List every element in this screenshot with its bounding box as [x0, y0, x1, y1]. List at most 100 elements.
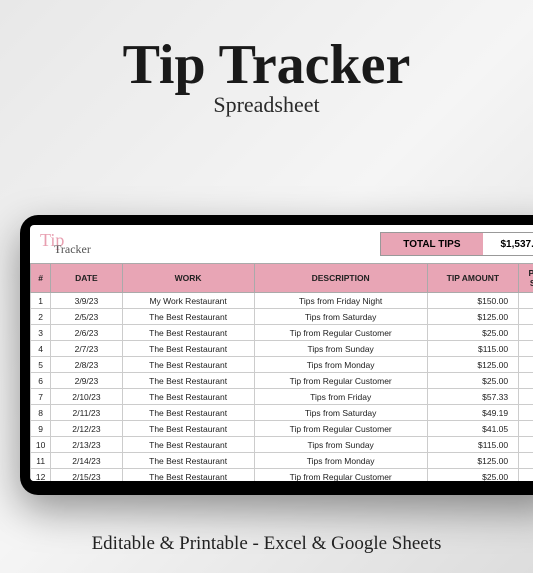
- cell-description[interactable]: Tip from Regular Customer: [254, 325, 427, 341]
- cell-number[interactable]: 11: [31, 453, 51, 469]
- total-tips-label: TOTAL TIPS: [381, 233, 482, 255]
- table-row[interactable]: 102/13/23The Best RestaurantTips from Su…: [31, 437, 533, 453]
- cell-work[interactable]: The Best Restaurant: [122, 325, 254, 341]
- cell-work[interactable]: The Best Restaurant: [122, 469, 254, 482]
- col-percent: Percent Save fr: [519, 264, 533, 293]
- cell-work[interactable]: My Work Restaurant: [122, 293, 254, 309]
- cell-date[interactable]: 2/5/23: [51, 309, 122, 325]
- col-description: DESCRIPTION: [254, 264, 427, 293]
- cell-percent[interactable]: 20: [519, 453, 533, 469]
- cell-work[interactable]: The Best Restaurant: [122, 341, 254, 357]
- cell-work[interactable]: The Best Restaurant: [122, 437, 254, 453]
- cell-percent[interactable]: 20: [519, 373, 533, 389]
- cell-tip-amount[interactable]: $115.00: [427, 437, 519, 453]
- cell-tip-amount[interactable]: $25.00: [427, 469, 519, 482]
- cell-percent[interactable]: 20: [519, 405, 533, 421]
- cell-number[interactable]: 5: [31, 357, 51, 373]
- cell-date[interactable]: 2/10/23: [51, 389, 122, 405]
- cell-tip-amount[interactable]: $150.00: [427, 293, 519, 309]
- cell-percent[interactable]: 20: [519, 325, 533, 341]
- cell-number[interactable]: 7: [31, 389, 51, 405]
- cell-description[interactable]: Tips from Friday: [254, 389, 427, 405]
- cell-number[interactable]: 9: [31, 421, 51, 437]
- table-row[interactable]: 13/9/23My Work RestaurantTips from Frida…: [31, 293, 533, 309]
- table-row[interactable]: 112/14/23The Best RestaurantTips from Mo…: [31, 453, 533, 469]
- cell-date[interactable]: 2/8/23: [51, 357, 122, 373]
- cell-tip-amount[interactable]: $49.19: [427, 405, 519, 421]
- table-row[interactable]: 42/7/23The Best RestaurantTips from Sund…: [31, 341, 533, 357]
- cell-percent[interactable]: 20: [519, 293, 533, 309]
- col-date: DATE: [51, 264, 122, 293]
- col-work: WORK: [122, 264, 254, 293]
- cell-number[interactable]: 1: [31, 293, 51, 309]
- cell-tip-amount[interactable]: $125.00: [427, 453, 519, 469]
- cell-description[interactable]: Tips from Saturday: [254, 309, 427, 325]
- cell-date[interactable]: 2/14/23: [51, 453, 122, 469]
- cell-tip-amount[interactable]: $115.00: [427, 341, 519, 357]
- cell-date[interactable]: 2/9/23: [51, 373, 122, 389]
- cell-percent[interactable]: 20: [519, 341, 533, 357]
- cell-number[interactable]: 8: [31, 405, 51, 421]
- cell-number[interactable]: 10: [31, 437, 51, 453]
- cell-description[interactable]: Tip from Regular Customer: [254, 469, 427, 482]
- table-row[interactable]: 52/8/23The Best RestaurantTips from Mond…: [31, 357, 533, 373]
- cell-tip-amount[interactable]: $57.33: [427, 389, 519, 405]
- cell-percent[interactable]: 20: [519, 437, 533, 453]
- cell-description[interactable]: Tip from Regular Customer: [254, 373, 427, 389]
- cell-percent[interactable]: 20: [519, 389, 533, 405]
- cell-date[interactable]: 2/15/23: [51, 469, 122, 482]
- cell-work[interactable]: The Best Restaurant: [122, 309, 254, 325]
- table-row[interactable]: 62/9/23The Best RestaurantTip from Regul…: [31, 373, 533, 389]
- cell-tip-amount[interactable]: $125.00: [427, 309, 519, 325]
- cell-percent[interactable]: 20: [519, 309, 533, 325]
- hero-subtitle: Spreadsheet: [0, 92, 533, 118]
- hero-title: Tip Tracker: [0, 40, 533, 90]
- table-row[interactable]: 72/10/23The Best RestaurantTips from Fri…: [31, 389, 533, 405]
- cell-description[interactable]: Tip from Regular Customer: [254, 421, 427, 437]
- table-row[interactable]: 122/15/23The Best RestaurantTip from Reg…: [31, 469, 533, 482]
- cell-number[interactable]: 4: [31, 341, 51, 357]
- logo-line2: Tracker: [54, 245, 150, 255]
- cell-description[interactable]: Tips from Sunday: [254, 341, 427, 357]
- sheet-logo: Tip Tracker: [30, 233, 150, 255]
- cell-number[interactable]: 6: [31, 373, 51, 389]
- cell-number[interactable]: 2: [31, 309, 51, 325]
- cell-description[interactable]: Tips from Monday: [254, 357, 427, 373]
- cell-tip-amount[interactable]: $41.05: [427, 421, 519, 437]
- cell-percent[interactable]: 20: [519, 421, 533, 437]
- table-row[interactable]: 22/5/23The Best RestaurantTips from Satu…: [31, 309, 533, 325]
- total-tips-value: $1,537.71: [483, 233, 533, 255]
- cell-tip-amount[interactable]: $25.00: [427, 325, 519, 341]
- cell-description[interactable]: Tips from Friday Night: [254, 293, 427, 309]
- cell-date[interactable]: 2/6/23: [51, 325, 122, 341]
- col-number: #: [31, 264, 51, 293]
- cell-date[interactable]: 2/12/23: [51, 421, 122, 437]
- cell-number[interactable]: 12: [31, 469, 51, 482]
- table-row[interactable]: 32/6/23The Best RestaurantTip from Regul…: [31, 325, 533, 341]
- cell-date[interactable]: 2/11/23: [51, 405, 122, 421]
- cell-tip-amount[interactable]: $125.00: [427, 357, 519, 373]
- cell-percent[interactable]: 20: [519, 469, 533, 482]
- cell-number[interactable]: 3: [31, 325, 51, 341]
- cell-work[interactable]: The Best Restaurant: [122, 389, 254, 405]
- cell-work[interactable]: The Best Restaurant: [122, 421, 254, 437]
- tablet-frame: Tip Tracker TOTAL TIPS $1,537.71 # DATE …: [20, 215, 533, 495]
- cell-percent[interactable]: 20: [519, 357, 533, 373]
- cell-work[interactable]: The Best Restaurant: [122, 453, 254, 469]
- cell-description[interactable]: Tips from Sunday: [254, 437, 427, 453]
- cell-tip-amount[interactable]: $25.00: [427, 373, 519, 389]
- total-tips-box: TOTAL TIPS $1,537.71: [380, 232, 533, 256]
- cell-work[interactable]: The Best Restaurant: [122, 373, 254, 389]
- footer-tagline: Editable & Printable - Excel & Google Sh…: [0, 533, 533, 555]
- cell-date[interactable]: 2/13/23: [51, 437, 122, 453]
- cell-work[interactable]: The Best Restaurant: [122, 405, 254, 421]
- cell-description[interactable]: Tips from Monday: [254, 453, 427, 469]
- table-row[interactable]: 82/11/23The Best RestaurantTips from Sat…: [31, 405, 533, 421]
- spreadsheet: Tip Tracker TOTAL TIPS $1,537.71 # DATE …: [30, 225, 533, 481]
- cell-date[interactable]: 2/7/23: [51, 341, 122, 357]
- table-row[interactable]: 92/12/23The Best RestaurantTip from Regu…: [31, 421, 533, 437]
- col-tip-amount: TIP AMOUNT: [427, 264, 519, 293]
- cell-description[interactable]: Tips from Saturday: [254, 405, 427, 421]
- cell-work[interactable]: The Best Restaurant: [122, 357, 254, 373]
- cell-date[interactable]: 3/9/23: [51, 293, 122, 309]
